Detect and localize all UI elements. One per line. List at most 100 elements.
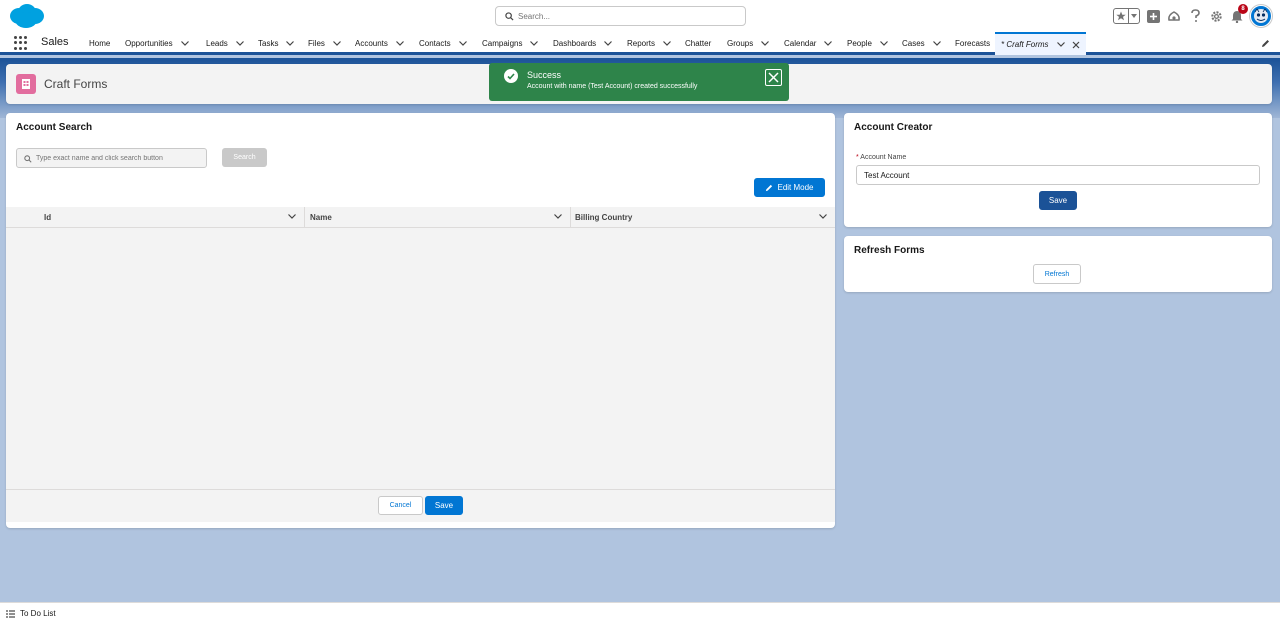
refresh-button[interactable]: Refresh: [1033, 264, 1081, 284]
nav-item-files[interactable]: Files: [308, 32, 341, 55]
chevron-down-icon[interactable]: [761, 41, 770, 46]
nav-item-forecasts[interactable]: Forecasts: [955, 32, 990, 55]
global-actions-add-icon[interactable]: [1145, 8, 1161, 24]
favorites-chevron-down-icon[interactable]: [1129, 9, 1139, 23]
nav-item-label: Files: [308, 39, 325, 48]
nav-item-reports[interactable]: Reports: [627, 32, 671, 55]
nav-item-tasks[interactable]: Tasks: [258, 32, 295, 55]
nav-item-opportunities[interactable]: Opportunities: [125, 32, 189, 55]
tab-craft-forms[interactable]: * Craft Forms: [995, 32, 1086, 55]
edit-mode-label: Edit Mode: [777, 183, 814, 192]
nav-item-label: Calendar: [784, 39, 817, 48]
search-button[interactable]: Search: [222, 148, 267, 167]
notifications-bell-icon[interactable]: 8: [1229, 4, 1248, 24]
nav-item-calendar[interactable]: Calendar: [784, 32, 833, 55]
column-header-label: Billing Country: [575, 213, 633, 222]
nav-item-label: Chatter: [685, 39, 712, 48]
account-search-card: Account Search Search Edit Mode Id Name …: [6, 113, 835, 528]
nav-item-contacts[interactable]: Contacts: [419, 32, 467, 55]
chevron-down-icon[interactable]: [286, 41, 295, 46]
edit-mode-button[interactable]: Edit Mode: [754, 178, 825, 197]
nav-item-accounts[interactable]: Accounts: [355, 32, 404, 55]
chevron-down-icon[interactable]: [530, 41, 539, 46]
todo-list-utility[interactable]: To Do List: [6, 609, 56, 618]
chevron-down-icon[interactable]: [395, 41, 404, 46]
app-navigation-bar: Sales Home Opportunities Leads Tasks Fil…: [0, 32, 1280, 55]
nav-item-label: Contacts: [419, 39, 451, 48]
account-creator-title: Account Creator: [854, 122, 933, 133]
chevron-down-icon[interactable]: [180, 41, 189, 46]
favorites-group: [1113, 8, 1140, 24]
user-avatar[interactable]: [1250, 5, 1272, 27]
global-search[interactable]: [495, 6, 746, 26]
nav-item-cases[interactable]: Cases: [902, 32, 941, 55]
chevron-down-icon[interactable]: [235, 41, 244, 46]
todo-list-icon: [6, 609, 15, 618]
success-toast: Success Account with name (Test Account)…: [489, 63, 789, 101]
chevron-down-icon[interactable]: [604, 41, 613, 46]
column-header-id[interactable]: Id: [6, 207, 304, 228]
account-creator-card: Account Creator * Account Name Save: [844, 113, 1272, 227]
custom-object-icon: [16, 74, 36, 94]
utility-bar: To Do List: [0, 602, 1280, 625]
nav-item-people[interactable]: People: [847, 32, 888, 55]
chevron-down-icon[interactable]: [879, 41, 888, 46]
toast-close-icon[interactable]: [765, 69, 782, 86]
nav-item-home[interactable]: Home: [89, 32, 110, 55]
refresh-forms-title: Refresh Forms: [854, 245, 925, 256]
nav-item-label: Home: [89, 39, 111, 48]
nav-item-chatter[interactable]: Chatter: [685, 32, 711, 55]
nav-item-campaigns[interactable]: Campaigns: [482, 32, 539, 55]
chevron-down-icon[interactable]: [824, 41, 833, 46]
chevron-down-icon[interactable]: [332, 41, 341, 46]
page-title: Craft Forms: [44, 77, 108, 91]
chevron-down-icon[interactable]: [458, 41, 467, 46]
chevron-down-icon[interactable]: [932, 41, 941, 46]
chevron-down-icon[interactable]: [1056, 42, 1065, 47]
column-header-label: Name: [310, 213, 332, 222]
column-header-label: Id: [44, 213, 52, 222]
save-button[interactable]: Save: [425, 496, 463, 515]
save-account-button[interactable]: Save: [1039, 191, 1077, 210]
nav-item-leads[interactable]: Leads: [206, 32, 244, 55]
refresh-forms-card: Refresh Forms Refresh: [844, 236, 1272, 292]
global-search-input[interactable]: [518, 8, 738, 24]
edit-pencil-icon: [766, 184, 773, 191]
salesforce-logo[interactable]: [8, 3, 45, 29]
app-launcher-icon[interactable]: [14, 36, 28, 50]
cancel-button[interactable]: Cancel: [378, 496, 423, 515]
setup-gear-icon[interactable]: [1208, 8, 1224, 24]
chevron-down-icon[interactable]: [288, 214, 296, 219]
chevron-down-icon[interactable]: [819, 214, 827, 219]
todo-list-label: To Do List: [20, 609, 56, 618]
required-marker: *: [856, 154, 859, 161]
search-icon: [505, 12, 514, 21]
nav-item-label: Reports: [627, 39, 656, 48]
app-name: Sales: [41, 36, 69, 48]
account-search-field[interactable]: [16, 148, 207, 168]
column-header-name[interactable]: Name: [304, 207, 570, 228]
account-search-input[interactable]: [36, 151, 204, 166]
nav-item-label: People: [847, 39, 872, 48]
account-name-label: * Account Name: [856, 154, 906, 161]
trailhead-icon[interactable]: [1166, 8, 1182, 24]
account-search-title: Account Search: [16, 122, 93, 133]
account-name-label-text: Account Name: [860, 154, 907, 161]
help-icon[interactable]: [1187, 8, 1203, 24]
chevron-down-icon[interactable]: [663, 41, 671, 46]
chevron-down-icon[interactable]: [554, 214, 562, 219]
nav-item-label: * Craft Forms: [1001, 40, 1049, 49]
nav-item-dashboards[interactable]: Dashboards: [553, 32, 613, 55]
header-icons: 8: [1113, 4, 1272, 28]
account-name-field[interactable]: [856, 165, 1260, 185]
nav-item-groups[interactable]: Groups: [727, 32, 770, 55]
column-header-billing-country[interactable]: Billing Country: [570, 207, 835, 228]
edit-nav-pencil-icon[interactable]: [1261, 39, 1270, 48]
toast-title: Success: [527, 70, 562, 80]
global-header: 8: [0, 0, 1280, 32]
nav-item-label: Leads: [206, 39, 228, 48]
favorite-star-icon[interactable]: [1114, 9, 1130, 23]
search-icon: [24, 155, 32, 163]
close-tab-icon[interactable]: [1072, 41, 1080, 49]
table-header: Id Name Billing Country: [6, 207, 835, 228]
